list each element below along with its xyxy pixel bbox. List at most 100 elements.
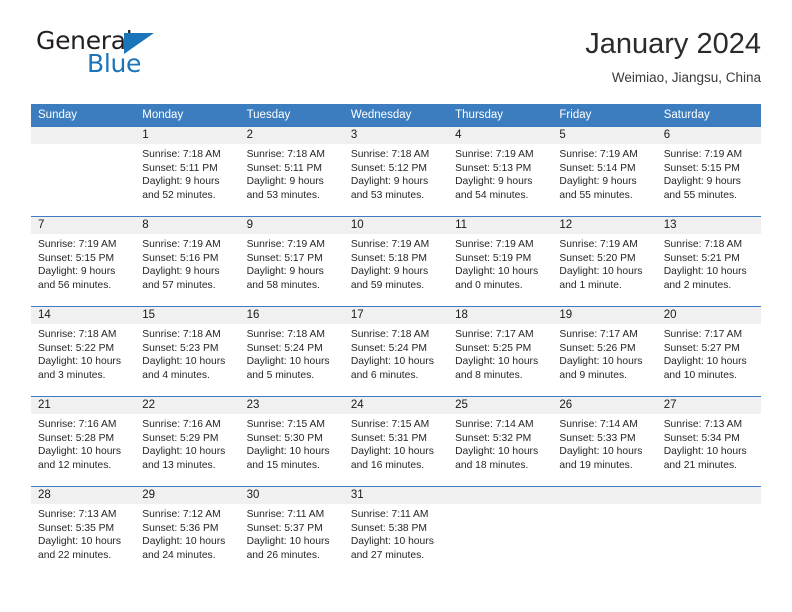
sunset-time: Sunset: 5:33 PM <box>559 432 636 444</box>
daylight-duration-line2: and 53 minutes. <box>246 189 320 201</box>
cell-inner: 7 Sunrise: 7:19 AM Sunset: 5:15 PM Daylight… <box>31 217 136 306</box>
calendar-day-cell[interactable]: 19 Sunrise: 7:17 AM Sunset: 5:26 PM Dayligh… <box>552 306 657 397</box>
daylight-duration-line2: and 58 minutes. <box>246 279 320 291</box>
day-number: 12 <box>552 217 657 234</box>
cell-inner: 11 Sunrise: 7:19 AM Sunset: 5:19 PM Dayligh… <box>448 217 553 306</box>
sunset-time: Sunset: 5:32 PM <box>455 432 532 444</box>
calendar-day-cell[interactable]: 10 Sunrise: 7:19 AM Sunset: 5:18 PM Dayligh… <box>343 216 449 307</box>
calendar-cell-empty <box>552 486 657 576</box>
day-details: Sunrise: 7:18 AM Sunset: 5:23 PM Daylight:… <box>135 324 239 382</box>
daylight-duration-line1: Daylight: 10 hours <box>350 356 434 368</box>
calendar-cell-empty <box>448 486 553 576</box>
brand-logo[interactable]: General Blue <box>31 26 261 86</box>
calendar-day-cell[interactable]: 12 Sunrise: 7:19 AM Sunset: 5:20 PM Dayligh… <box>552 216 657 307</box>
cell-inner: 25 Sunrise: 7:14 AM Sunset: 5:32 PM Dayligh… <box>448 397 553 486</box>
weekday-header-thursday: Thursday <box>448 104 553 127</box>
cell-inner: 16 Sunrise: 7:18 AM Sunset: 5:24 PM Dayligh… <box>239 307 344 396</box>
daylight-duration-line2: and 4 minutes. <box>142 369 210 381</box>
day-number <box>552 487 657 504</box>
calendar-day-cell[interactable]: 26 Sunrise: 7:14 AM Sunset: 5:33 PM Dayligh… <box>552 396 657 487</box>
calendar-day-cell[interactable]: 3 Sunrise: 7:18 AM Sunset: 5:12 PM Daylight… <box>343 126 449 217</box>
day-details: Sunrise: 7:15 AM Sunset: 5:30 PM Daylight:… <box>240 414 344 472</box>
calendar-day-cell[interactable]: 30 Sunrise: 7:11 AM Sunset: 5:37 PM Dayligh… <box>239 486 344 576</box>
calendar-day-cell[interactable]: 16 Sunrise: 7:18 AM Sunset: 5:24 PM Dayligh… <box>239 306 344 397</box>
calendar-day-cell[interactable]: 27 Sunrise: 7:13 AM Sunset: 5:34 PM Dayligh… <box>656 396 761 487</box>
calendar-day-cell[interactable]: 22 Sunrise: 7:16 AM Sunset: 5:29 PM Dayligh… <box>135 396 240 487</box>
calendar-day-cell[interactable]: 9 Sunrise: 7:19 AM Sunset: 5:17 PM Daylight… <box>239 216 344 307</box>
weekday-header-tuesday: Tuesday <box>239 104 344 127</box>
weekday-header-wednesday: Wednesday <box>343 104 449 127</box>
weekday-header-sunday: Sunday <box>31 104 136 127</box>
day-details: Sunrise: 7:17 AM Sunset: 5:26 PM Daylight:… <box>552 324 656 382</box>
sunset-time: Sunset: 5:25 PM <box>455 342 532 354</box>
cell-inner: 10 Sunrise: 7:19 AM Sunset: 5:18 PM Dayligh… <box>343 217 449 306</box>
calendar-day-cell[interactable]: 14 Sunrise: 7:18 AM Sunset: 5:22 PM Dayligh… <box>31 306 136 397</box>
day-number <box>656 487 761 504</box>
sunrise-time: Sunrise: 7:19 AM <box>246 239 325 250</box>
daylight-duration-line1: Daylight: 10 hours <box>559 446 643 458</box>
daylight-duration-line2: and 15 minutes. <box>246 459 320 471</box>
cell-inner: 21 Sunrise: 7:16 AM Sunset: 5:28 PM Dayligh… <box>31 397 136 486</box>
calendar-day-cell[interactable]: 8 Sunrise: 7:19 AM Sunset: 5:16 PM Daylight… <box>135 216 240 307</box>
calendar-day-cell[interactable]: 5 Sunrise: 7:19 AM Sunset: 5:14 PM Daylight… <box>552 126 657 217</box>
day-number: 18 <box>448 307 553 324</box>
daylight-duration-line1: Daylight: 10 hours <box>455 266 539 278</box>
calendar-day-cell[interactable]: 17 Sunrise: 7:18 AM Sunset: 5:24 PM Dayligh… <box>343 306 449 397</box>
daylight-duration-line2: and 18 minutes. <box>455 459 529 471</box>
calendar-day-cell[interactable]: 13 Sunrise: 7:18 AM Sunset: 5:21 PM Dayligh… <box>656 216 761 307</box>
daylight-duration-line1: Daylight: 10 hours <box>350 446 434 458</box>
sunrise-time: Sunrise: 7:18 AM <box>663 239 743 250</box>
sunrise-time: Sunrise: 7:18 AM <box>246 149 325 160</box>
daylight-duration-line2: and 1 minute. <box>559 279 622 291</box>
day-number: 14 <box>31 307 136 324</box>
calendar-body: 1 Sunrise: 7:18 AM Sunset: 5:11 PM Daylight… <box>31 126 761 576</box>
sunset-time: Sunset: 5:36 PM <box>142 522 219 534</box>
daylight-duration-line1: Daylight: 9 hours <box>142 176 220 188</box>
daylight-duration-line1: Daylight: 9 hours <box>350 266 429 278</box>
sunrise-time: Sunrise: 7:18 AM <box>246 329 325 340</box>
calendar-day-cell[interactable]: 4 Sunrise: 7:19 AM Sunset: 5:13 PM Daylight… <box>448 126 553 217</box>
daylight-duration-line1: Daylight: 10 hours <box>142 536 226 548</box>
daylight-duration-line2: and 10 minutes. <box>663 369 737 381</box>
sunrise-time: Sunrise: 7:13 AM <box>663 419 743 430</box>
cell-inner: 26 Sunrise: 7:14 AM Sunset: 5:33 PM Dayligh… <box>552 397 657 486</box>
day-details: Sunrise: 7:18 AM Sunset: 5:12 PM Daylight:… <box>344 144 448 202</box>
day-details: Sunrise: 7:19 AM Sunset: 5:15 PM Daylight:… <box>31 234 135 292</box>
calendar-day-cell[interactable]: 1 Sunrise: 7:18 AM Sunset: 5:11 PM Daylight… <box>135 126 240 217</box>
cell-inner: 22 Sunrise: 7:16 AM Sunset: 5:29 PM Dayligh… <box>135 397 240 486</box>
daylight-duration-line1: Daylight: 9 hours <box>350 176 429 188</box>
calendar-day-cell[interactable]: 29 Sunrise: 7:12 AM Sunset: 5:36 PM Dayligh… <box>135 486 240 576</box>
calendar-day-cell[interactable]: 15 Sunrise: 7:18 AM Sunset: 5:23 PM Dayligh… <box>135 306 240 397</box>
sunset-time: Sunset: 5:15 PM <box>38 252 115 264</box>
weekday-header-saturday: Saturday <box>656 104 761 127</box>
day-number: 17 <box>343 307 449 324</box>
calendar-day-cell[interactable]: 23 Sunrise: 7:15 AM Sunset: 5:30 PM Dayligh… <box>239 396 344 487</box>
sunset-time: Sunset: 5:34 PM <box>663 432 740 444</box>
daylight-duration-line2: and 26 minutes. <box>246 549 320 561</box>
calendar-day-cell[interactable]: 7 Sunrise: 7:19 AM Sunset: 5:15 PM Daylight… <box>31 216 136 307</box>
sunset-time: Sunset: 5:35 PM <box>38 522 115 534</box>
calendar-day-cell[interactable]: 18 Sunrise: 7:17 AM Sunset: 5:25 PM Dayligh… <box>448 306 553 397</box>
day-details: Sunrise: 7:17 AM Sunset: 5:27 PM Daylight:… <box>657 324 761 382</box>
sunrise-time: Sunrise: 7:15 AM <box>350 419 430 430</box>
calendar-day-cell[interactable]: 21 Sunrise: 7:16 AM Sunset: 5:28 PM Dayligh… <box>31 396 136 487</box>
day-details: Sunrise: 7:13 AM Sunset: 5:34 PM Daylight:… <box>657 414 761 472</box>
sunset-time: Sunset: 5:20 PM <box>559 252 636 264</box>
sunset-time: Sunset: 5:38 PM <box>350 522 427 534</box>
calendar-day-cell[interactable]: 31 Sunrise: 7:11 AM Sunset: 5:38 PM Dayligh… <box>343 486 449 576</box>
calendar-day-cell[interactable]: 2 Sunrise: 7:18 AM Sunset: 5:11 PM Daylight… <box>239 126 344 217</box>
day-details: Sunrise: 7:17 AM Sunset: 5:25 PM Daylight:… <box>448 324 552 382</box>
calendar-day-cell[interactable]: 6 Sunrise: 7:19 AM Sunset: 5:15 PM Daylight… <box>656 126 761 217</box>
location-subtitle: Weimiao, Jiangsu, China <box>611 70 761 85</box>
cell-inner: 31 Sunrise: 7:11 AM Sunset: 5:38 PM Dayligh… <box>343 487 449 576</box>
calendar-day-cell[interactable]: 24 Sunrise: 7:15 AM Sunset: 5:31 PM Dayligh… <box>343 396 449 487</box>
cell-inner: 12 Sunrise: 7:19 AM Sunset: 5:20 PM Dayligh… <box>552 217 657 306</box>
sunrise-time: Sunrise: 7:11 AM <box>246 509 325 520</box>
day-number: 11 <box>448 217 553 234</box>
calendar-day-cell[interactable]: 25 Sunrise: 7:14 AM Sunset: 5:32 PM Dayligh… <box>448 396 553 487</box>
sunset-time: Sunset: 5:24 PM <box>246 342 323 354</box>
calendar-day-cell[interactable]: 11 Sunrise: 7:19 AM Sunset: 5:19 PM Dayligh… <box>448 216 553 307</box>
calendar-day-cell[interactable]: 28 Sunrise: 7:13 AM Sunset: 5:35 PM Dayligh… <box>31 486 136 576</box>
calendar-day-cell[interactable]: 20 Sunrise: 7:17 AM Sunset: 5:27 PM Dayligh… <box>656 306 761 397</box>
cell-inner: 4 Sunrise: 7:19 AM Sunset: 5:13 PM Daylight… <box>448 127 553 216</box>
